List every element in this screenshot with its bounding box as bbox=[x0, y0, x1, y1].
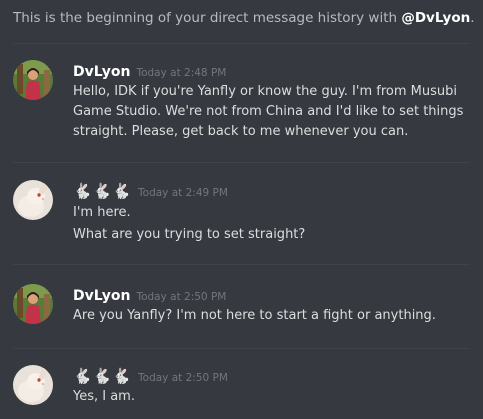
message-text: What are you trying to set straight? bbox=[73, 227, 306, 242]
username[interactable]: DvLyon bbox=[73, 288, 130, 304]
timestamp: Today at 2:49 PM bbox=[138, 187, 228, 199]
intro-prefix: This is the beginning of your direct mes… bbox=[13, 10, 402, 26]
intro-handle[interactable]: @DvLyon bbox=[401, 10, 470, 26]
message-header: DvLyon Today at 2:50 PM bbox=[73, 285, 226, 304]
intro-suffix: . bbox=[470, 10, 475, 26]
message-header: 🐇🐇🐇 Today at 2:50 PM bbox=[73, 366, 228, 385]
message-header: 🐇🐇🐇 Today at 2:49 PM bbox=[73, 181, 228, 200]
message-content: Yes, I am. bbox=[73, 387, 473, 407]
dvlyon-avatar[interactable] bbox=[13, 284, 53, 324]
timestamp: Today at 2:50 PM bbox=[138, 372, 228, 384]
message-text: Are you Yanfly? I'm not here to start a … bbox=[73, 308, 436, 323]
timestamp: Today at 2:48 PM bbox=[136, 67, 227, 79]
message-divider bbox=[13, 162, 470, 163]
message-text: Yes, I am. bbox=[73, 389, 135, 404]
username[interactable]: DvLyon bbox=[73, 64, 130, 80]
rabbit-avatar[interactable] bbox=[13, 365, 53, 405]
rabbit-avatar[interactable] bbox=[13, 180, 53, 220]
message-content: Hello, IDK if you're Yanfly or know the … bbox=[73, 82, 473, 142]
message-text: Hello, IDK if you're Yanfly or know the … bbox=[73, 84, 464, 139]
message-header: DvLyon Today at 2:48 PM bbox=[73, 61, 226, 80]
message-content: Are you Yanfly? I'm not here to start a … bbox=[73, 306, 473, 326]
username[interactable]: 🐇🐇🐇 bbox=[73, 182, 132, 200]
dvlyon-avatar[interactable] bbox=[13, 60, 53, 100]
dm-history-intro: This is the beginning of your direct mes… bbox=[13, 10, 475, 26]
message-divider bbox=[13, 348, 470, 349]
message-text: I'm here. bbox=[73, 205, 131, 220]
message-divider bbox=[13, 264, 470, 265]
timestamp: Today at 2:50 PM bbox=[136, 291, 227, 303]
message-divider bbox=[13, 43, 470, 44]
message-content: I'm here. What are you trying to set str… bbox=[73, 203, 473, 245]
username[interactable]: 🐇🐇🐇 bbox=[73, 367, 132, 385]
